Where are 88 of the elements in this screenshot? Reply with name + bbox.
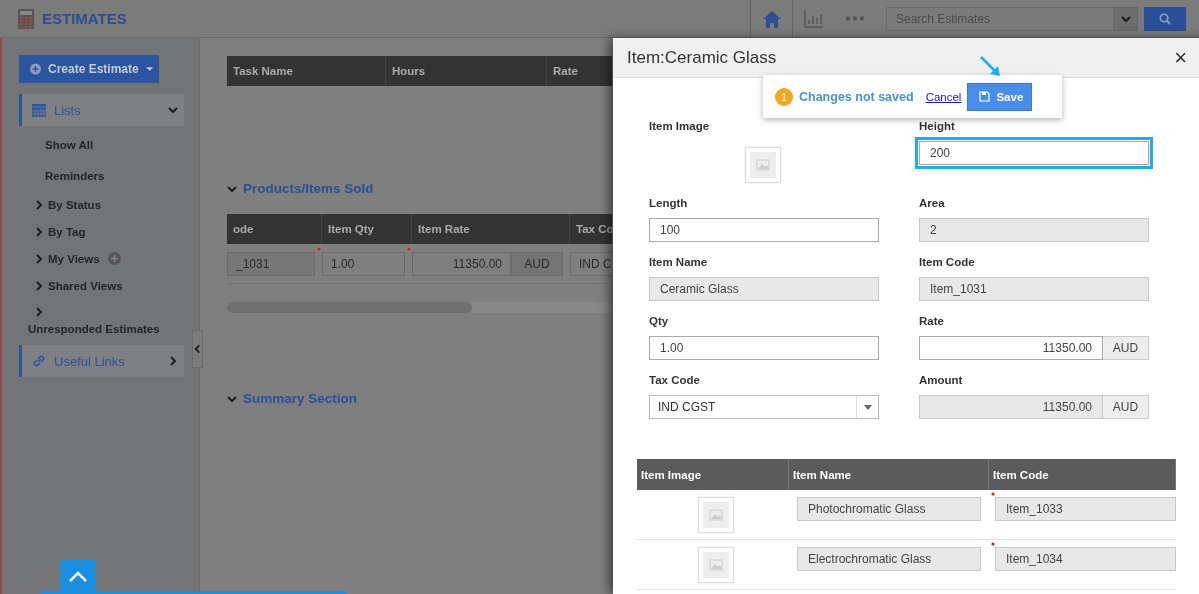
unsaved-message: Changes not saved	[799, 89, 914, 104]
search-icon	[1159, 12, 1171, 25]
field-label: Item Image	[649, 120, 711, 134]
input-field[interactable]: 11350.00	[412, 251, 511, 276]
currency-addon: AUD	[1103, 336, 1149, 360]
input-field[interactable]: Item_1033	[995, 497, 1176, 521]
calendar-icon	[32, 103, 46, 117]
dropdown-icon	[863, 404, 872, 410]
image-placeholder[interactable]	[745, 147, 781, 183]
bar-chart-icon[interactable]	[803, 9, 824, 28]
input-field[interactable]: Item_1034	[995, 547, 1176, 571]
dropdown-button[interactable]	[1114, 6, 1138, 31]
field-label: Item Name	[649, 256, 709, 270]
add-icon	[30, 63, 41, 75]
calculator-icon	[18, 8, 34, 29]
sidebar-item[interactable]: My Views	[48, 252, 100, 265]
field-label: Item Code	[919, 256, 976, 270]
link-icon	[32, 354, 46, 368]
input-field[interactable]: 1.00	[322, 251, 405, 276]
dialog-title: Item:Ceramic Glass	[627, 47, 777, 68]
more-icon[interactable]	[845, 16, 865, 21]
field-label: Rate	[919, 315, 945, 329]
create-estimate-button[interactable]: Create Estimate	[19, 55, 159, 83]
field-label: Qty	[649, 315, 670, 329]
chevron-right-icon	[34, 253, 44, 264]
sidebar-item[interactable]: Unresponded Estimates	[28, 323, 160, 335]
column-header: ode	[227, 214, 322, 244]
add-icon[interactable]	[107, 252, 121, 265]
input-field[interactable]: 11350.00	[919, 395, 1103, 419]
field-label: Height	[919, 120, 956, 134]
search-button[interactable]	[1144, 6, 1186, 31]
image-icon	[703, 552, 729, 578]
chevron-up-icon	[68, 571, 88, 583]
input-field[interactable]: 1.00	[649, 336, 879, 360]
chevron-down-icon	[168, 105, 178, 115]
column-header: Item Code	[989, 459, 1176, 490]
field-label: Area	[919, 197, 946, 211]
image-icon	[750, 152, 776, 178]
currency-addon: AUD	[511, 251, 563, 276]
chevron-right-icon	[34, 226, 44, 237]
sidebar-item[interactable]: Show All	[45, 138, 94, 151]
input-field[interactable]: 100	[649, 218, 879, 242]
input-field[interactable]: Photochromatic Glass	[797, 497, 981, 521]
save-icon	[979, 91, 991, 102]
column-header: Task Name	[227, 56, 386, 86]
image-placeholder[interactable]	[698, 547, 734, 583]
field-label: Length	[649, 197, 689, 211]
column-header: Item Image	[637, 459, 789, 490]
input-field[interactable]: Ceramic Glass	[649, 277, 879, 301]
input-field[interactable]: 11350.00	[919, 336, 1103, 360]
caret-icon	[145, 67, 153, 71]
currency-addon: AUD	[1103, 395, 1149, 419]
column-header: Hours	[386, 56, 547, 86]
input-field[interactable]: 200	[919, 141, 1149, 165]
chevron-right-icon	[34, 280, 44, 291]
home-icon[interactable]	[761, 9, 782, 28]
column-header: Item Qty	[322, 214, 412, 244]
save-button[interactable]: Save	[967, 82, 1033, 111]
image-icon	[703, 502, 729, 528]
column-header: Item Name	[789, 459, 989, 490]
close-button[interactable]: ×	[1174, 46, 1187, 69]
input-field[interactable]: Item_1031	[919, 277, 1149, 301]
chevron-down-icon	[1120, 13, 1131, 24]
scrollbar[interactable]	[227, 302, 612, 313]
image-placeholder[interactable]	[698, 497, 734, 533]
input-field[interactable]: IND C	[570, 251, 612, 276]
app-title: ESTIMATES	[42, 10, 127, 27]
input-field[interactable]: 2	[919, 218, 1149, 242]
chevron-left-icon	[193, 344, 202, 354]
select-field[interactable]: IND CGST	[649, 395, 879, 419]
sidebar-item[interactable]: Shared Views	[48, 279, 123, 292]
chevron-down-icon[interactable]	[227, 183, 237, 194]
collapse-handle[interactable]	[192, 330, 203, 368]
chevron-down-icon[interactable]	[227, 393, 237, 404]
count-badge: 1	[775, 87, 793, 106]
chevron-right-icon	[34, 307, 44, 317]
cancel-link[interactable]: Cancel	[925, 90, 962, 103]
sidebar-item[interactable]: By Status	[48, 198, 102, 211]
chevron-right-icon	[34, 199, 44, 210]
input-field[interactable]: Electrochromatic Glass	[797, 547, 981, 571]
sidebar-item[interactable]: Reminders	[45, 169, 105, 182]
input-field: _1031	[227, 251, 315, 276]
column-header: Item Rate	[412, 214, 570, 244]
field-label: Tax Code	[649, 374, 701, 388]
scroll-top-button[interactable]	[60, 560, 96, 594]
chevron-right-icon	[168, 356, 178, 366]
field-label: Amount	[919, 374, 964, 388]
sidebar-item[interactable]: By Tag	[48, 225, 86, 238]
